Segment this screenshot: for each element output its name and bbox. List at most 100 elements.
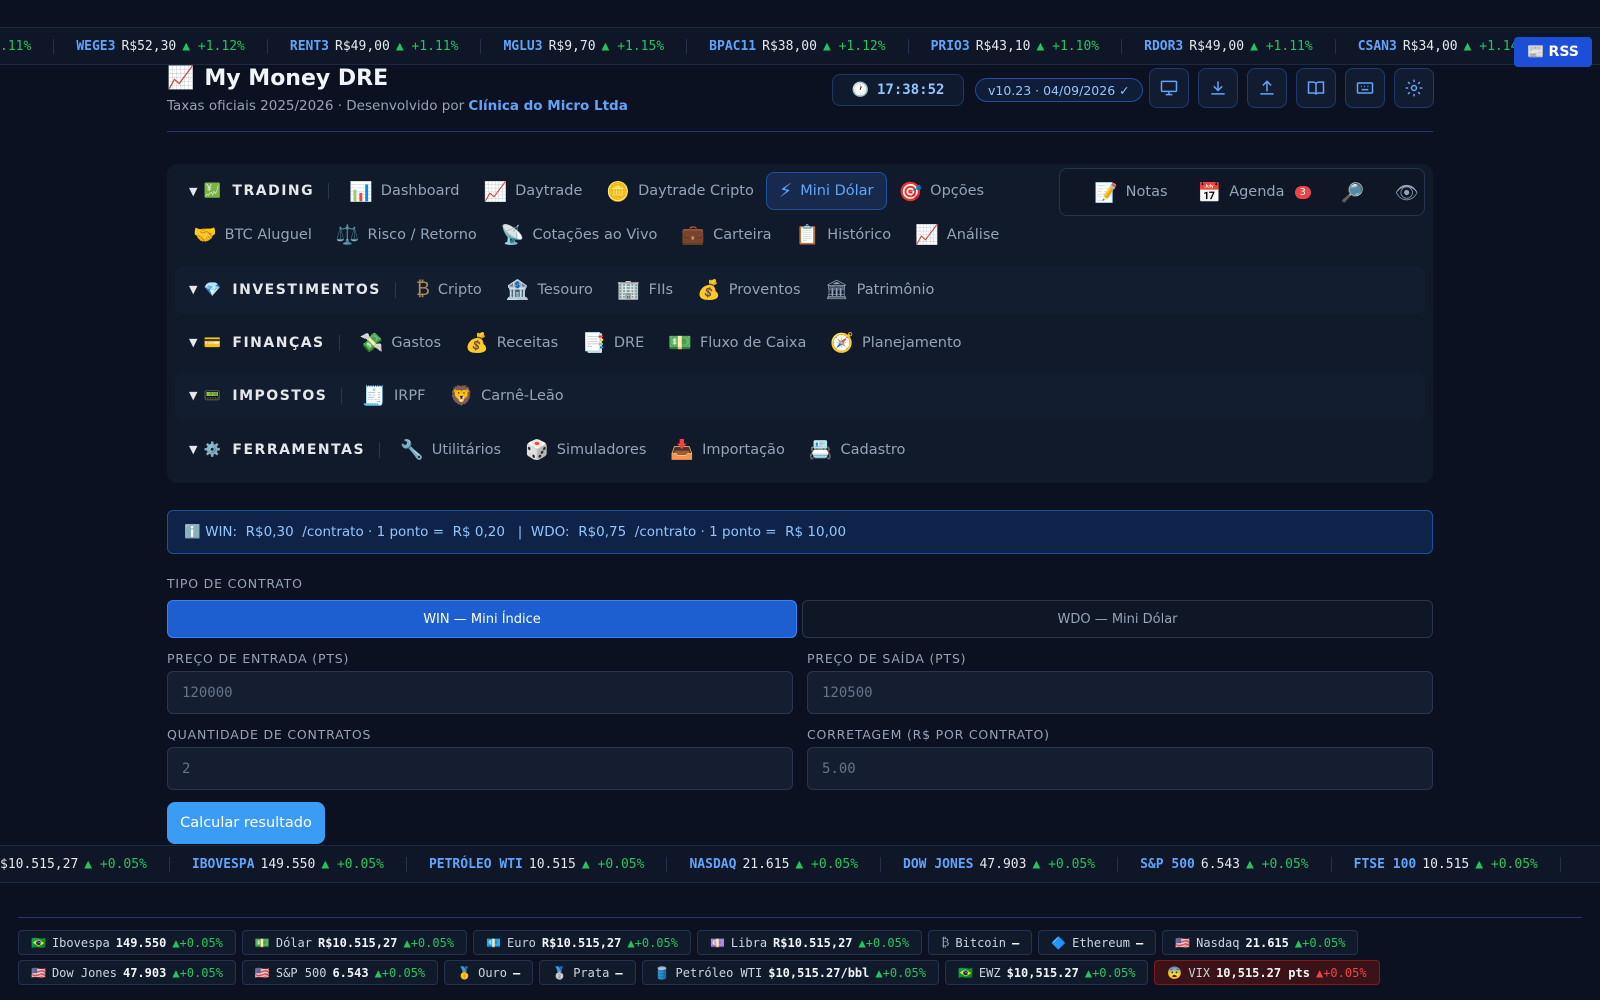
market-chip[interactable]: 💵 Dólar R$10.515,27 ▲+0.05% <box>241 930 468 955</box>
nav-item-fiis[interactable]: 🏢 FIIs <box>605 271 685 308</box>
monitor-icon <box>1160 80 1178 96</box>
wdo-contract-button[interactable]: WDO — Mini Dólar <box>802 600 1433 638</box>
collapse-caret-icon[interactable]: ▼ <box>175 283 203 296</box>
nav-item-opcoes[interactable]: 🎯 Opções <box>887 173 997 210</box>
market-chip[interactable]: 💷 Libra R$10.515,27 ▲+0.05% <box>696 930 923 955</box>
nav-item-dashboard[interactable]: 📊 Dashboard <box>337 173 471 210</box>
ticker-price: $10.515,27 <box>0 856 79 872</box>
market-chip[interactable]: 🥈 Prata — <box>539 960 636 985</box>
flag-icon: ₿ <box>941 935 950 949</box>
market-chip[interactable]: 🛢️ Petróleo WTI $10,515.27/bbl ▲+0.05% <box>641 960 939 985</box>
money-wings-icon: 💸 <box>359 332 384 354</box>
entry-price-input[interactable] <box>167 671 793 714</box>
keyboard-button[interactable] <box>1345 68 1385 108</box>
nav-item-historico[interactable]: 📋 Histórico <box>784 216 904 253</box>
nav-item-simuladores[interactable]: 🎲 Simuladores <box>513 431 658 468</box>
download-button[interactable] <box>1198 68 1238 108</box>
nav-item-carteira[interactable]: 💼 Carteira <box>669 216 783 253</box>
version-badge[interactable]: v10.23 · 04/09/2026 ✓ <box>975 78 1143 102</box>
nav-category-trading[interactable]: 💹 TRADING <box>203 183 330 199</box>
ticker-item: IBOVESPA 149.550 ▲ +0.05% <box>170 856 407 872</box>
search-button[interactable]: 🔎 <box>1329 174 1377 211</box>
market-chip[interactable]: 💶 Euro R$10.515,27 ▲+0.05% <box>473 930 691 955</box>
nav-row-trading: ▼ 💹 TRADING 📊 Dashboard 📈 Daytrade 🪙 Daytrad… <box>175 172 996 210</box>
ticker-change: ▲ +0.05% <box>84 856 147 872</box>
book-button[interactable] <box>1296 68 1336 108</box>
agenda-button[interactable]: 📅 Agenda 3 <box>1186 174 1323 211</box>
nav-item-carne-leao[interactable]: 🦁 Carnê-Leão <box>437 377 575 414</box>
nav-category-financas[interactable]: 💳 FINANÇAS <box>203 334 340 351</box>
ticker-change: ▲ +0.05% <box>1475 856 1538 872</box>
market-chip[interactable]: 🇺🇸 Dow Jones 47.903 ▲+0.05% <box>18 960 236 985</box>
nav-category-impostos[interactable]: 📟 IMPOSTOS <box>203 387 343 404</box>
notes-button[interactable]: 📝 Notas <box>1082 174 1180 211</box>
collapse-caret-icon[interactable]: ▼ <box>175 389 203 402</box>
nav-item-receitas[interactable]: 💰 Receitas <box>453 324 570 361</box>
nav-item-mini-dolar[interactable]: ⚡ Mini Dólar <box>765 172 887 210</box>
ticker-item: WEGE3 R$52,30 ▲ +1.12% <box>54 38 268 54</box>
keyboard-icon <box>1356 82 1374 94</box>
market-chip[interactable]: ₿ Bitcoin — <box>928 930 1033 955</box>
nav-item-analise[interactable]: 📈 Análise <box>903 216 1011 253</box>
developer-link[interactable]: Clínica do Micro Ltda <box>468 98 627 114</box>
visibility-toggle[interactable]: 👁 <box>1383 174 1431 211</box>
market-chip[interactable]: 🥇 Ouro — <box>444 960 534 985</box>
ticker-item: FTSE 100 10.515 ▲ +0.05% <box>1332 856 1561 872</box>
nav-item-risco-retorno[interactable]: ⚖️ Risco / Retorno <box>324 216 489 253</box>
nav-item-dre[interactable]: 📑 DRE <box>570 324 656 361</box>
monitor-button[interactable] <box>1149 68 1189 108</box>
nav-item-utilitarios[interactable]: 🔧 Utilitários <box>388 431 513 468</box>
market-change: ▲+0.05% <box>875 965 926 980</box>
nav-item-cadastro[interactable]: 📇 Cadastro <box>797 431 918 468</box>
market-value: — <box>513 965 521 980</box>
ticker-change: ▲ +1.15% <box>601 38 665 54</box>
market-change: ▲+0.05% <box>172 935 223 950</box>
nav-item-fluxo-caixa[interactable]: 💵 Fluxo de Caixa <box>656 324 818 361</box>
brokerage-input[interactable] <box>807 747 1433 790</box>
ticker-price: 47.903 <box>979 856 1027 872</box>
ticker-price: R$49,00 <box>335 38 390 54</box>
nav-item-patrimonio[interactable]: 🏛 Patrimônio <box>813 271 947 308</box>
nav-item-cripto[interactable]: ₿ Cripto <box>404 271 494 308</box>
nav-item-daytrade-cripto[interactable]: 🪙 Daytrade Cripto <box>594 173 765 210</box>
nav-category-investimentos[interactable]: 💎 INVESTIMENTOS <box>203 281 396 298</box>
upload-button[interactable] <box>1247 68 1287 108</box>
nav-item-btc-aluguel[interactable]: 🤝 BTC Aluguel <box>181 216 324 253</box>
settings-button[interactable] <box>1394 68 1434 108</box>
nav-item-importacao[interactable]: 📥 Importação <box>658 431 796 468</box>
nav-item-proventos[interactable]: 💰 Proventos <box>685 271 812 308</box>
market-chip[interactable]: 😨 VIX 10,515.27 pts ▲+0.05% <box>1154 960 1380 985</box>
calculate-button[interactable]: Calcular resultado <box>167 802 325 844</box>
nav-category-ferramentas[interactable]: ⚙️ FERRAMENTAS <box>203 441 381 458</box>
rss-button[interactable]: 📰 RSS <box>1514 37 1592 67</box>
win-contract-button[interactable]: WIN — Mini Índice <box>167 600 797 638</box>
market-chip[interactable]: 🇺🇸 Nasdaq 21.615 ▲+0.05% <box>1162 930 1359 955</box>
ticker-symbol: DOW JONES <box>903 856 974 872</box>
flag-icon: 🇺🇸 <box>31 965 46 980</box>
nav-item-irpf[interactable]: 🧾 IRPF <box>350 377 437 414</box>
collapse-caret-icon[interactable]: ▼ <box>175 185 203 198</box>
collapse-caret-icon[interactable]: ▼ <box>175 336 203 349</box>
market-change: ▲+0.05% <box>1294 935 1346 950</box>
market-chip[interactable]: 🇺🇸 S&P 500 6.543 ▲+0.05% <box>241 960 439 985</box>
collapse-caret-icon[interactable]: ▼ <box>175 443 203 456</box>
clock: 🕐 17:38:52 <box>832 74 964 106</box>
nav-item-tesouro[interactable]: 🏦 Tesouro <box>494 271 605 308</box>
market-chip[interactable]: 🇧🇷 EWZ $10,515.27 ▲+0.05% <box>944 960 1149 985</box>
market-chip[interactable]: 🇧🇷 Ibovespa 149.550 ▲+0.05% <box>18 930 236 955</box>
ticker-change: ▲ +0.05% <box>581 856 645 872</box>
nav-item-daytrade[interactable]: 📈 Daytrade <box>471 173 594 210</box>
flag-icon: 🥈 <box>552 965 568 980</box>
compass-icon: 🧭 <box>830 332 855 354</box>
market-chip[interactable]: 🔷 Ethereum — <box>1038 930 1157 955</box>
ticker-symbol: PETRÓLEO WTI <box>428 856 523 872</box>
exit-price-input[interactable] <box>807 671 1433 714</box>
nav-item-gastos[interactable]: 💸 Gastos <box>348 324 453 361</box>
ticker-change: ▲ +1.12% <box>822 38 886 54</box>
market-chips-row-1: 🇧🇷 Ibovespa 149.550 ▲+0.05% 💵 Dólar R$10.515,2… <box>18 930 1359 955</box>
quantity-input[interactable] <box>167 747 793 790</box>
ticker-change: ▲ +1.12% <box>182 38 245 54</box>
nav-item-cotacoes[interactable]: 📡 Cotações ao Vivo <box>489 216 670 253</box>
nav-item-planejamento[interactable]: 🧭 Planejamento <box>818 324 973 361</box>
market-name: EWZ <box>978 965 1001 980</box>
